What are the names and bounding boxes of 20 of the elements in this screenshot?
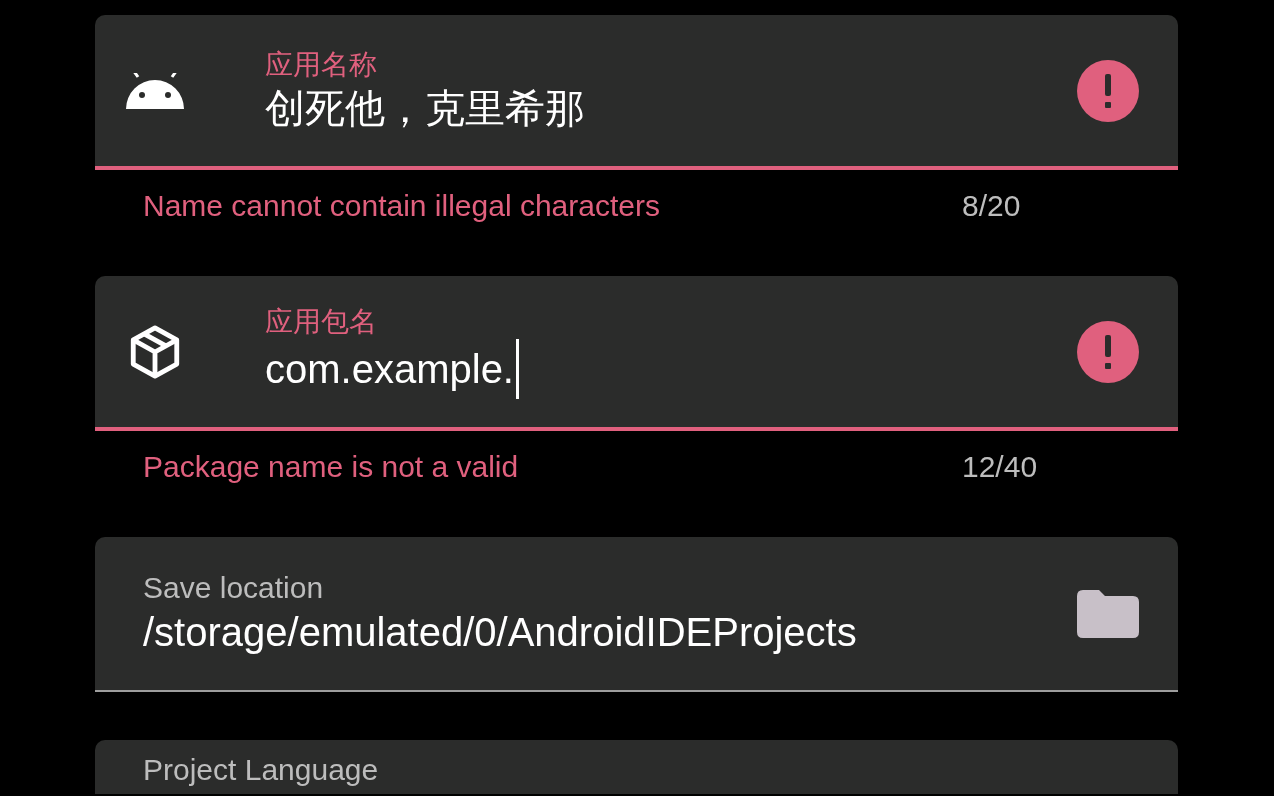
character-counter: 8/20: [962, 188, 1021, 224]
error-icon: [1077, 320, 1139, 383]
error-message: Name cannot contain illegal characters: [143, 188, 661, 224]
text-field[interactable]: Save location /storage/emulated/0/AndroidIDEProjects: [95, 537, 1178, 692]
field-value: /storage/emulated/0/AndroidIDEProjects: [143, 608, 857, 656]
text-field[interactable]: 应用名称 创死他，克里希那: [95, 15, 1178, 170]
field-label: Project Language: [143, 752, 380, 788]
field-label: 应用名称: [265, 47, 377, 82]
dropdown-field[interactable]: Project Language: [95, 740, 1178, 794]
field-value: com.example.: [265, 345, 514, 393]
field-label: Save location: [143, 569, 324, 606]
android-icon: [124, 72, 186, 109]
text-field[interactable]: 应用包名 com.example.: [95, 276, 1178, 431]
field-value: 创死他，克里希那: [265, 84, 585, 132]
error-message: Package name is not a valid: [143, 449, 520, 485]
character-counter: 12/40: [962, 449, 1038, 485]
folder-icon[interactable]: [1077, 589, 1139, 638]
field-label: 应用包名: [265, 304, 377, 339]
error-icon: [1077, 59, 1139, 122]
text-cursor: [516, 338, 519, 399]
